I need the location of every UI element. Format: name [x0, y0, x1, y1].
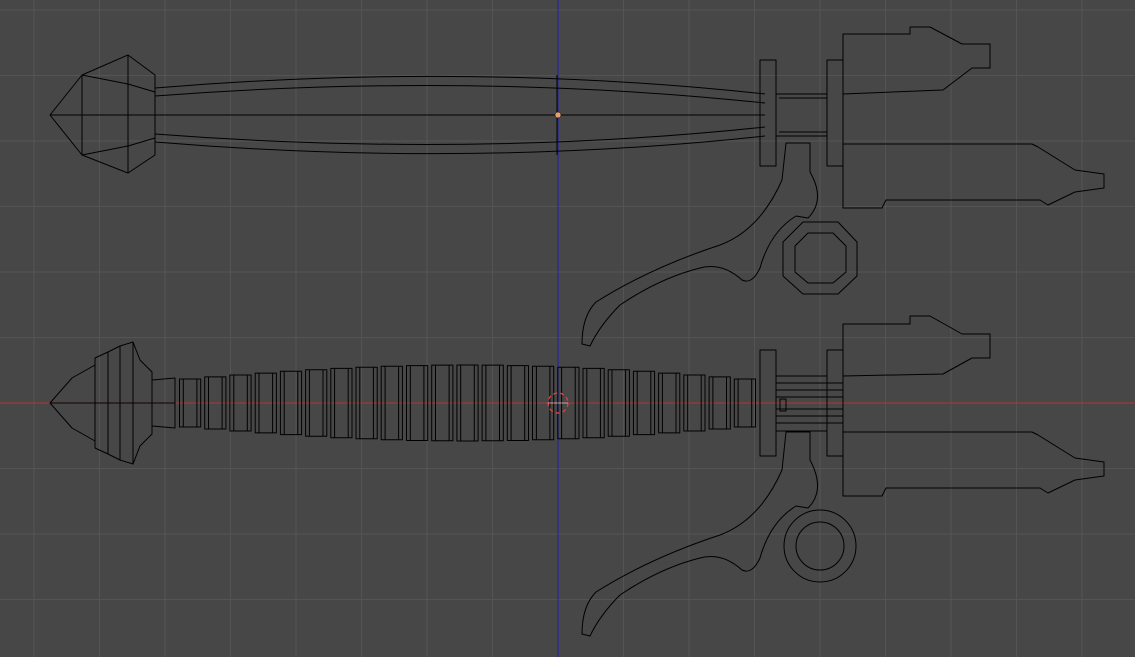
sword-bottom-object[interactable] — [49, 315, 1105, 637]
object-origin-dot[interactable] — [554, 111, 562, 119]
guard-collar-top — [775, 93, 828, 137]
viewport-grid — [0, 0, 1135, 657]
3d-viewport[interactable] — [0, 0, 1135, 657]
blade-top — [154, 75, 766, 155]
barrel-upper-bottom — [842, 315, 991, 377]
viewport-canvas[interactable] — [0, 0, 1135, 657]
barrel-lower-bottom — [842, 431, 1105, 497]
pommel-top — [49, 54, 156, 174]
barrel-lower-top — [842, 136, 1105, 209]
lever-top — [581, 142, 818, 347]
sword-top-object[interactable] — [49, 26, 1105, 347]
barrel-upper-top — [842, 26, 991, 95]
pommel-bottom — [49, 341, 176, 465]
